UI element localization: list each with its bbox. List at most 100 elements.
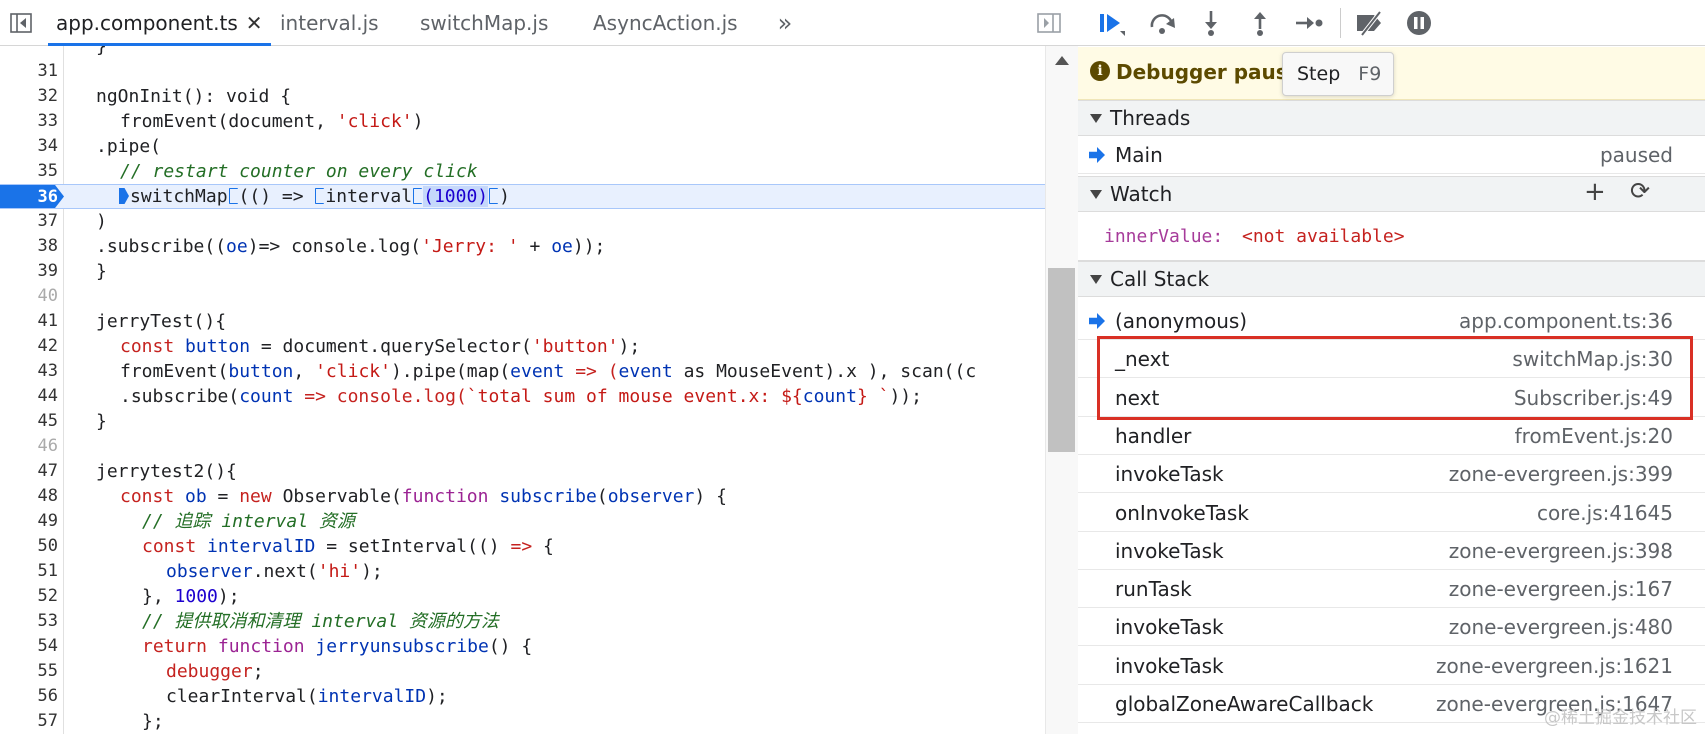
line-number[interactable]: 34 [0,134,58,159]
code-string: 'click' [336,111,413,132]
line-number[interactable]: 43 [0,359,58,384]
watermark: @稀土掘金技术社区 [1544,708,1697,728]
code-text: ) [412,111,424,132]
call-frame-row[interactable]: onInvokeTask core.js:41645 [1078,494,1705,532]
tab-switchmap[interactable]: switchMap.js [420,0,548,46]
inline-breakpoint-icon[interactable] [489,188,499,204]
callstack-header[interactable]: Call Stack [1078,261,1705,297]
line-number[interactable]: 57 [0,709,58,734]
line-number[interactable]: 36 [0,185,58,210]
line-number[interactable]: 52 [0,584,58,609]
line-number[interactable]: 39 [0,259,58,284]
line-number[interactable]: 42 [0,334,58,359]
line-number[interactable]: 47 [0,459,58,484]
inline-breakpoint-icon[interactable] [228,188,238,204]
line-number[interactable]: 33 [0,109,58,134]
refresh-icon[interactable]: ⟳ [1630,177,1650,205]
scrollbar-thumb[interactable] [1048,268,1075,452]
thread-row[interactable]: Main paused [1078,136,1705,174]
code-string: 'Jerry: ' [421,236,519,257]
step-into-icon[interactable] [1194,8,1228,38]
frame-function-name: globalZoneAwareCallback [1115,692,1374,716]
line-number[interactable]: 35 [0,159,58,184]
deactivate-breakpoints-icon[interactable] [1353,8,1387,38]
frame-location: fromEvent.js:20 [1514,423,1673,448]
frame-function-name: onInvokeTask [1115,500,1249,525]
toggle-debugger-icon[interactable] [1034,8,1064,38]
frame-function-name: _next [1115,347,1170,372]
tab-app-component[interactable]: app.component.ts ✕ [48,0,271,46]
watch-header[interactable]: Watch + ⟳ [1078,176,1705,212]
code-string: 'hi' [317,561,362,582]
pause-on-exceptions-icon[interactable] [1402,8,1436,38]
step-icon[interactable] [1292,8,1326,38]
tab-asyncaction[interactable]: AsyncAction.js [593,0,738,46]
expand-triangle-icon [1090,190,1102,199]
call-frame-row[interactable]: next Subscriber.js:49 [1078,379,1705,417]
code-string: } ` [856,386,890,407]
inline-breakpoint-icon[interactable] [413,188,423,204]
line-number[interactable]: 54 [0,634,58,659]
line-number[interactable]: 56 [0,684,58,709]
watch-expression-row[interactable]: innerValue: <not available> [1078,215,1705,261]
code-line: 47 jerrytest2(){ [0,459,1045,484]
code-text: ); [618,336,641,357]
call-frame-row[interactable]: invokeTask zone-evergreen.js:480 [1078,608,1705,647]
code-variable: button [228,361,294,382]
resume-icon[interactable] [1096,8,1130,38]
call-frame-row[interactable]: (anonymous) app.component.ts:36 [1078,302,1705,340]
code-line: 46 [0,434,1045,459]
code-variable: intervalID [196,536,316,557]
code-keyword: const [142,536,197,557]
code-text: ) [96,211,107,232]
code-keyword: new [239,486,272,507]
inline-breakpoint-icon[interactable] [119,188,129,204]
step-over-icon[interactable] [1145,8,1179,38]
frame-location: zone-evergreen.js:167 [1448,577,1673,602]
thread-name: Main [1115,143,1163,167]
line-number[interactable]: 48 [0,484,58,509]
code-comment: // restart counter on every click [120,161,478,182]
line-number[interactable]: 37 [0,209,58,234]
line-number[interactable]: 55 [0,659,58,684]
line-number[interactable]: 49 [0,509,58,534]
code-variable: observer [607,486,695,507]
code-comment: // 追踪 interval 资源 [142,511,355,532]
call-frame-row[interactable]: invokeTask zone-evergreen.js:398 [1078,532,1705,570]
line-number[interactable]: 46 [0,434,58,459]
call-frame-row[interactable]: invokeTask zone-evergreen.js:1621 [1078,647,1705,685]
tab-interval[interactable]: interval.js [280,0,379,46]
call-frame-row[interactable]: invokeTask zone-evergreen.js:399 [1078,455,1705,494]
editor-tab-bar: app.component.ts ✕ interval.js switchMap… [0,0,1078,46]
line-number[interactable]: 45 [0,409,58,434]
frame-location: core.js:41645 [1536,500,1673,525]
line-number[interactable]: 44 [0,384,58,409]
call-frame-row[interactable]: _next switchMap.js:30 [1078,340,1705,379]
line-number[interactable]: 31 [0,59,58,84]
line-number[interactable]: 40 [0,284,58,309]
line-number[interactable]: 38 [0,234,58,259]
inline-breakpoint-icon[interactable] [315,188,325,204]
call-frame-row[interactable]: runTask zone-evergreen.js:167 [1078,570,1705,609]
double-chevron-right-icon[interactable]: » [770,8,800,38]
line-number[interactable]: 32 [0,84,58,109]
scroll-up-icon[interactable] [1055,56,1069,65]
line-number[interactable]: 53 [0,609,58,634]
step-out-icon[interactable] [1243,8,1277,38]
banner-text: Debugger pause [1116,60,1302,84]
line-number[interactable]: 50 [0,534,58,559]
code-variable: count [802,386,857,407]
close-tab-icon[interactable]: ✕ [246,11,263,35]
line-number[interactable]: 41 [0,309,58,334]
line-number[interactable]: 51 [0,559,58,584]
add-watch-icon[interactable]: + [1584,177,1606,207]
editor-scrollbar[interactable] [1045,46,1078,734]
tab-label: AsyncAction.js [593,11,738,35]
code-text: = setInterval(() [315,536,511,557]
code-area[interactable]: } 31 32 ngOnInit(): void { 33 fromEvent(do… [0,46,1045,734]
toggle-navigator-icon[interactable] [6,8,36,38]
call-frame-row[interactable]: handler fromEvent.js:20 [1078,417,1705,455]
code-line: 56 clearInterval(intervalID); [0,684,1045,709]
code-number: (1000) [423,186,489,207]
threads-header[interactable]: Threads [1078,100,1705,136]
